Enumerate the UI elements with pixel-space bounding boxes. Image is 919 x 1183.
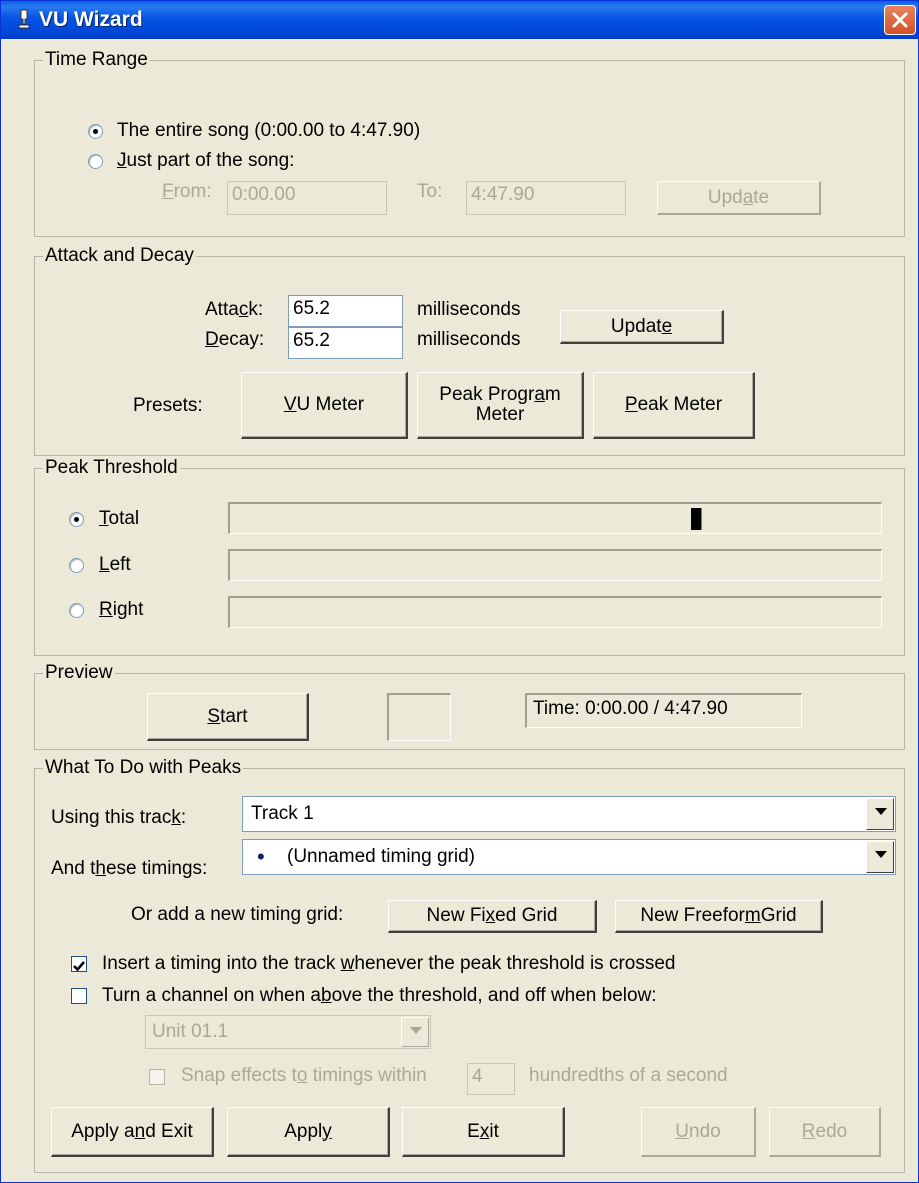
to-label: To: (417, 181, 443, 202)
insert-timing-label: Insert a timing into the track whenever … (102, 953, 676, 974)
right-label: Right (99, 599, 144, 620)
from-label: From: (162, 181, 212, 202)
new-freeform-grid-button[interactable]: New Freefor m Grid (615, 900, 823, 933)
from-field[interactable]: 0:00.00 (227, 181, 387, 215)
chevron-down-icon (410, 1027, 422, 1034)
total-slider-thumb[interactable] (691, 508, 702, 530)
chevron-down-icon (875, 808, 887, 815)
title-bar[interactable]: VU Wizard (1, 1, 918, 39)
window-title: VU Wizard (39, 8, 143, 31)
radio-total[interactable] (69, 512, 84, 527)
preview-time-display: Time: 0:00.00 / 4:47.90 (525, 693, 802, 728)
preset-peak-program-meter-button[interactable]: Peak Program Meter (417, 372, 584, 439)
total-label: Total (99, 508, 140, 529)
track-label: Using this track: (51, 807, 187, 828)
preview-legend: Preview (43, 662, 115, 684)
turn-channel-checkbox[interactable] (71, 988, 87, 1004)
peak-threshold-legend: Peak Threshold (43, 457, 180, 479)
attack-decay-legend: Attack and Decay (43, 245, 196, 267)
attack-field[interactable]: 65.2 (288, 295, 403, 327)
snap-value-field[interactable]: 4 (467, 1063, 515, 1095)
attack-decay-update-button[interactable]: Updat e (560, 310, 724, 344)
snap-effects-label: Snap effects to timings within (181, 1065, 427, 1086)
ppm-line1: Peak Program (439, 384, 561, 405)
insert-timing-checkbox[interactable] (71, 956, 87, 972)
radio-left[interactable] (69, 558, 84, 573)
checkmark-icon (73, 961, 85, 972)
attack-unit: milliseconds (417, 299, 521, 320)
timing-grid-bullet-icon: • (257, 844, 265, 869)
total-threshold-slider[interactable] (228, 502, 882, 534)
timings-select[interactable]: • (Unnamed timing grid) (242, 839, 896, 875)
presets-label: Presets: (133, 395, 203, 416)
radio-entire-song[interactable] (88, 124, 103, 139)
decay-unit: milliseconds (417, 329, 521, 350)
unit-select[interactable]: Unit 01.1 (145, 1015, 431, 1049)
preset-vu-meter-button[interactable]: VU Meter (241, 372, 408, 439)
right-threshold-slider[interactable] (228, 596, 882, 628)
app-icon (13, 7, 35, 33)
to-field[interactable]: 4:47.90 (466, 181, 626, 215)
close-icon (892, 12, 908, 28)
decay-label: Decay: (205, 329, 265, 350)
timings-label: And these timings: (51, 858, 208, 879)
add-grid-label: Or add a new timing grid: (131, 904, 344, 925)
new-fixed-grid-button[interactable]: New Fi x ed Grid (388, 900, 597, 933)
part-song-label: Just part of the song: (117, 150, 295, 171)
apply-button[interactable]: Appl y (227, 1107, 390, 1157)
timings-select-arrow[interactable] (866, 841, 894, 873)
chevron-down-icon (875, 851, 887, 858)
undo-button[interactable]: Undo (641, 1107, 756, 1157)
ppm-line2: Meter (475, 404, 525, 425)
radio-right[interactable] (69, 603, 84, 618)
close-button[interactable] (884, 5, 916, 35)
vu-wizard-window: VU Wizard Time Range The entire song (0:… (0, 0, 919, 1183)
track-select-arrow[interactable] (866, 798, 894, 830)
time-range-legend: Time Range (43, 49, 150, 71)
snap-effects-checkbox[interactable] (149, 1069, 165, 1085)
unit-select-value: Unit 01.1 (152, 1021, 229, 1042)
preset-peak-meter-button[interactable]: Peak Meter (593, 372, 755, 439)
track-select-value: Track 1 (251, 803, 314, 824)
unit-select-arrow[interactable] (401, 1017, 429, 1047)
radio-part-song[interactable] (88, 154, 103, 169)
exit-button[interactable]: Ex it (402, 1107, 565, 1157)
peaks-legend: What To Do with Peaks (43, 757, 244, 779)
left-threshold-slider[interactable] (228, 549, 882, 581)
apply-and-exit-button[interactable]: Apply and Exit (51, 1107, 214, 1157)
turn-channel-label: Turn a channel on when above the thresho… (102, 985, 657, 1006)
time-update-button[interactable]: Upd a te (657, 181, 821, 215)
redo-button[interactable]: Redo (769, 1107, 881, 1157)
decay-field[interactable]: 65.2 (288, 327, 403, 359)
preview-indicator (387, 693, 451, 741)
entire-song-label: The entire song (0:00.00 to 4:47.90) (117, 120, 421, 141)
preview-start-button[interactable]: Start (147, 693, 309, 741)
timings-select-value: (Unnamed timing grid) (287, 846, 475, 867)
track-select[interactable]: Track 1 (242, 796, 896, 832)
snap-unit-label: hundredths of a second (529, 1065, 728, 1086)
left-label: Left (99, 554, 131, 575)
attack-label: Attack: (205, 299, 264, 320)
